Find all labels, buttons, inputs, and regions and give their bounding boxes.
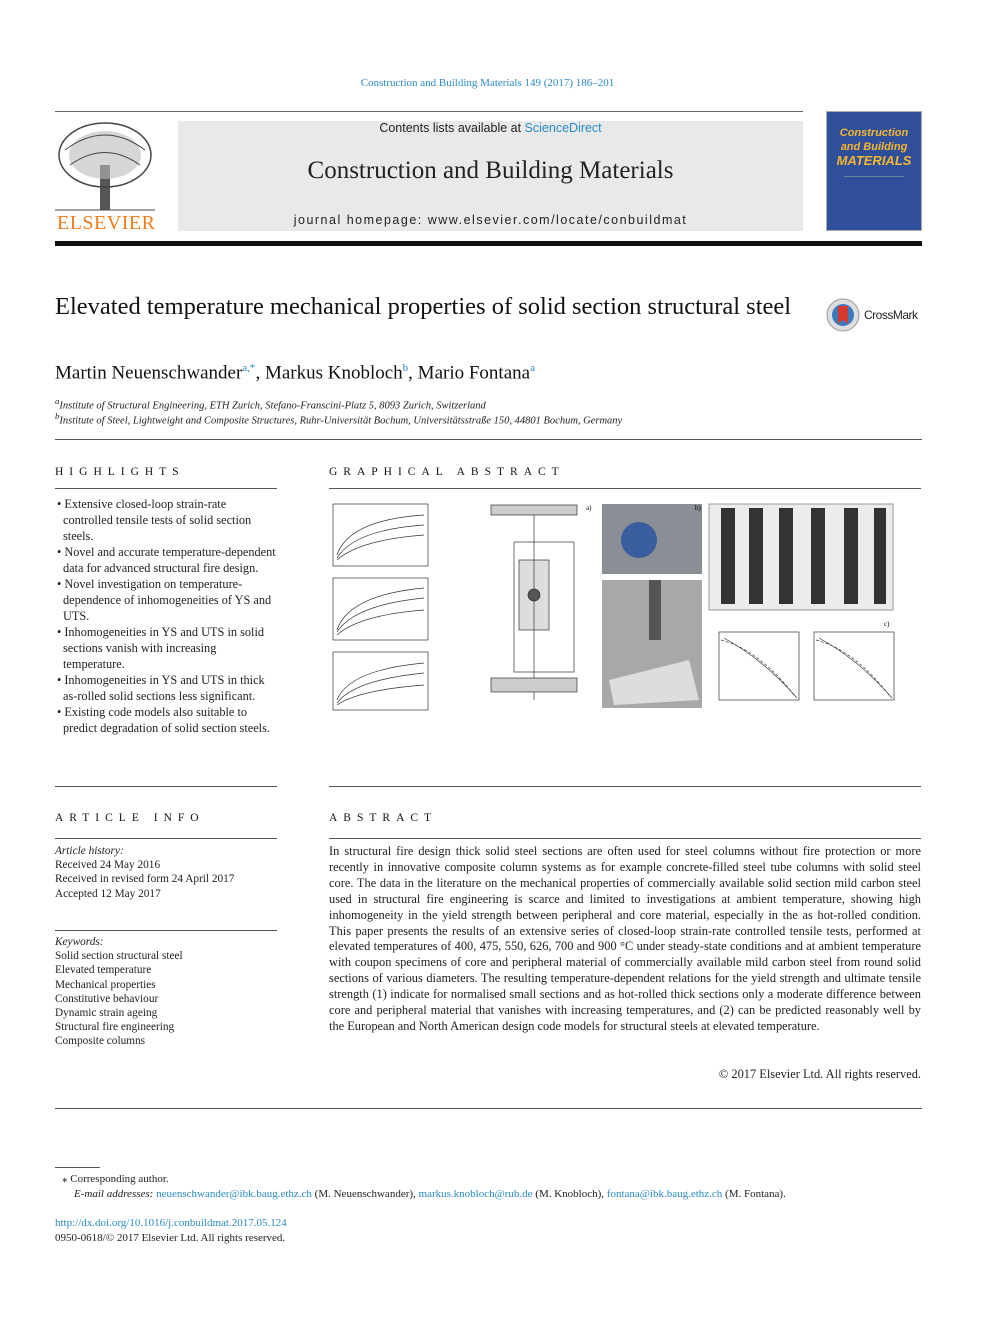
- elsevier-logo: ELSEVIER: [55, 120, 155, 235]
- graphical-abstract-heading: GRAPHICAL ABSTRACT: [329, 466, 565, 478]
- affiliation: aInstitute of Structural Engineering, ET…: [55, 396, 486, 412]
- keyword: Elevated temperature: [55, 964, 152, 977]
- article-info-heading: ARTICLE INFO: [55, 812, 205, 824]
- journal-reference[interactable]: Construction and Building Materials 149 …: [0, 77, 975, 89]
- highlight-item: Inhomogeneities in YS and UTS in thick a…: [55, 672, 277, 704]
- highlight-item: Existing code models also suitable to pr…: [55, 704, 277, 736]
- doi-link[interactable]: http://dx.doi.org/10.1016/j.conbuildmat.…: [55, 1217, 287, 1229]
- divider: [55, 838, 277, 839]
- divider: [55, 439, 922, 440]
- keyword: Dynamic strain ageing: [55, 1007, 158, 1020]
- author[interactable]: Markus Knobloch: [265, 362, 403, 383]
- graphical-abstract-image: a) b) c): [329, 500, 899, 715]
- article-title: Elevated temperature mechanical properti…: [55, 293, 792, 320]
- divider: [329, 488, 921, 489]
- author-list: Martin Neuenschwandera,*, Markus Knobloc…: [55, 362, 535, 384]
- divider: [55, 786, 277, 787]
- svg-text:c): c): [884, 620, 890, 628]
- article-history: Article history: Received 24 May 2016 Re…: [55, 845, 235, 900]
- journal-link[interactable]: Construction and Building Materials 149 …: [361, 77, 615, 89]
- sciencedirect-link[interactable]: ScienceDirect: [525, 121, 602, 135]
- contents-line: Contents lists available at ScienceDirec…: [379, 121, 602, 135]
- abstract-text: In structural fire design thick solid st…: [329, 844, 921, 1033]
- email-link[interactable]: fontana@ibk.baug.ethz.ch: [607, 1188, 723, 1200]
- highlights-heading: HIGHLIGHTS: [55, 466, 185, 478]
- author-affil-link[interactable]: a: [530, 362, 535, 374]
- keyword: Structural fire engineering: [55, 1021, 175, 1034]
- corresponding-note: ⁎ Corresponding author.: [62, 1173, 169, 1185]
- abstract-copyright: © 2017 Elsevier Ltd. All rights reserved…: [718, 1067, 921, 1081]
- email-addresses: E-mail addresses: neuenschwander@ibk.bau…: [74, 1188, 786, 1200]
- keywords: Keywords: Solid section structural steel…: [55, 936, 183, 1048]
- svg-text:b): b): [695, 504, 702, 512]
- divider: [329, 786, 921, 787]
- header-rule: [55, 241, 922, 246]
- journal-title: Construction and Building Materials: [307, 157, 674, 184]
- crossmark-icon: [826, 298, 860, 332]
- issn-copyright: 0950-0618/© 2017 Elsevier Ltd. All right…: [55, 1232, 286, 1244]
- highlight-item: Inhomogeneities in YS and UTS in solid s…: [55, 624, 277, 672]
- graphical-abstract-figure: a) b) c): [332, 503, 895, 711]
- highlight-item: Novel investigation on temperature-depen…: [55, 576, 277, 624]
- highlights-list: Extensive closed-loop strain-rate contro…: [55, 496, 277, 736]
- journal-cover: Construction and Building MATERIALS: [826, 111, 922, 231]
- journal-banner: Contents lists available at ScienceDirec…: [178, 121, 803, 231]
- highlight-item: Novel and accurate temperature-dependent…: [55, 544, 277, 576]
- author[interactable]: Martin Neuenschwander: [55, 362, 242, 383]
- divider: [55, 488, 277, 489]
- divider: [55, 1108, 922, 1109]
- abstract-heading: ABSTRACT: [329, 812, 438, 824]
- highlight-item: Extensive closed-loop strain-rate contro…: [55, 496, 277, 544]
- footnote-rule: [55, 1167, 100, 1168]
- keyword: Mechanical properties: [55, 978, 156, 991]
- author[interactable]: Mario Fontana: [418, 362, 530, 383]
- keyword: Composite columns: [55, 1035, 146, 1048]
- keyword: Constitutive behaviour: [55, 992, 159, 1005]
- divider: [55, 930, 277, 931]
- author-affil-link[interactable]: b: [403, 362, 409, 374]
- email-link[interactable]: markus.knobloch@rub.de: [419, 1188, 533, 1200]
- author-affil-link[interactable]: a,*: [242, 362, 255, 374]
- tree-icon: [55, 122, 155, 211]
- svg-text:a): a): [586, 504, 592, 512]
- keyword: Solid section structural steel: [55, 950, 183, 963]
- email-link[interactable]: neuenschwander@ibk.baug.ethz.ch: [156, 1188, 312, 1200]
- journal-homepage[interactable]: journal homepage: www.elsevier.com/locat…: [178, 213, 803, 227]
- divider: [55, 111, 803, 112]
- affiliation: bInstitute of Steel, Lightweight and Com…: [55, 411, 623, 427]
- crossmark-button[interactable]: CrossMark: [826, 298, 918, 332]
- divider: [329, 838, 921, 839]
